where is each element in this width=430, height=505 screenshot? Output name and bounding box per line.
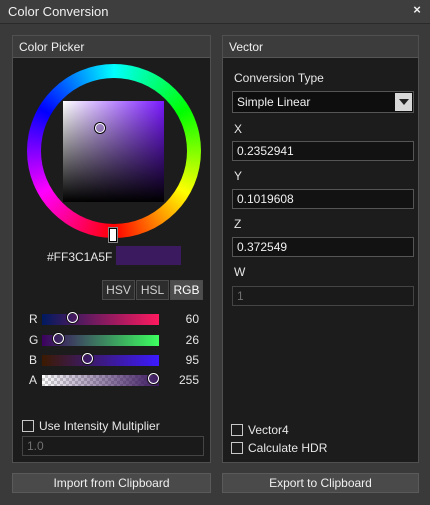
slider-thumb-g[interactable]: [52, 333, 64, 344]
slider-thumb-b[interactable]: [81, 353, 93, 364]
x-field[interactable]: 0.2352941: [232, 141, 414, 161]
window-title: Color Conversion: [8, 4, 109, 19]
intensity-multiplier-label: Use Intensity Multiplier: [39, 419, 160, 433]
slider-thumb-a[interactable]: [148, 373, 159, 384]
hex-value: #FF3C1A5F: [47, 250, 113, 264]
channel-label-r: R: [29, 312, 38, 326]
y-field[interactable]: 0.1019608: [232, 189, 414, 209]
hue-marker[interactable]: [108, 227, 118, 243]
slider-row-g: G 26: [29, 333, 209, 347]
calculate-hdr-checkbox[interactable]: [231, 442, 243, 454]
vector4-checkbox[interactable]: [231, 424, 243, 436]
slider-track-r[interactable]: [42, 314, 159, 325]
conversion-type-label: Conversion Type: [234, 71, 324, 85]
channel-label-g: G: [29, 333, 39, 347]
w-field[interactable]: 1: [232, 286, 414, 306]
intensity-multiplier-checkbox[interactable]: [22, 420, 34, 432]
x-label: X: [234, 122, 243, 136]
z-field[interactable]: 0.372549: [232, 237, 414, 257]
z-label: Z: [234, 217, 242, 231]
y-label: Y: [234, 169, 243, 183]
color-wheel[interactable]: [27, 64, 201, 243]
color-swatch: [116, 246, 181, 265]
vector-title: Vector: [229, 40, 264, 54]
vector-panel: Vector Conversion Type Simple Linear X 0…: [222, 35, 419, 463]
slider-row-a: A 255: [29, 373, 209, 387]
color-picker-title: Color Picker: [19, 40, 85, 54]
conversion-type-dropdown[interactable]: Simple Linear: [232, 91, 414, 113]
vector4-label: Vector4: [248, 423, 289, 437]
chevron-down-icon[interactable]: [395, 93, 412, 111]
w-label: W: [234, 265, 246, 279]
intensity-multiplier-toggle[interactable]: Use Intensity Multiplier: [22, 419, 160, 433]
color-mode-tabs: HSV HSL RGB: [102, 280, 204, 300]
channel-value-b: 95: [185, 353, 199, 367]
slider-row-b: B 95: [29, 353, 209, 367]
color-picker-panel: Color Picker #FF3C1A5F HSV HSL RGB R 60 …: [12, 35, 211, 463]
calculate-hdr-label: Calculate HDR: [248, 441, 328, 455]
slider-track-b[interactable]: [42, 355, 159, 366]
channel-label-b: B: [29, 353, 38, 367]
slider-track-a[interactable]: [42, 375, 159, 386]
slider-thumb-r[interactable]: [66, 312, 78, 323]
channel-value-a: 255: [178, 373, 199, 387]
vector4-toggle[interactable]: Vector4: [231, 423, 289, 437]
channel-value-r: 60: [185, 312, 199, 326]
channel-label-a: A: [29, 373, 38, 387]
color-picker-header: Color Picker: [13, 36, 210, 58]
title-bar: Color Conversion ×: [0, 0, 430, 24]
vector-header: Vector: [223, 36, 418, 58]
calculate-hdr-toggle[interactable]: Calculate HDR: [231, 441, 327, 455]
import-from-clipboard-button[interactable]: Import from Clipboard: [12, 473, 211, 493]
tab-rgb[interactable]: RGB: [170, 280, 203, 300]
export-to-clipboard-button[interactable]: Export to Clipboard: [222, 473, 419, 493]
tab-hsl[interactable]: HSL: [136, 280, 169, 300]
tab-hsv[interactable]: HSV: [102, 280, 135, 300]
slider-row-r: R 60: [29, 312, 209, 326]
intensity-multiplier-field[interactable]: 1.0: [22, 436, 204, 456]
saturation-value-square[interactable]: [63, 101, 164, 202]
channel-value-g: 26: [185, 333, 199, 347]
saturation-value-marker[interactable]: [95, 123, 105, 133]
conversion-type-value: Simple Linear: [237, 95, 311, 109]
close-icon[interactable]: ×: [410, 3, 424, 17]
